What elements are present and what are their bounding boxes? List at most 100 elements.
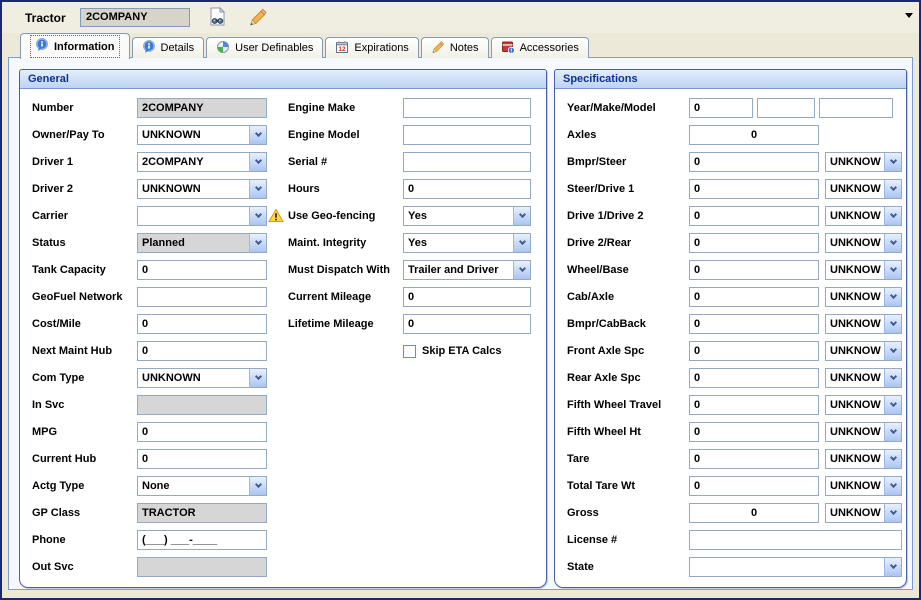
dropdown-arrow-icon[interactable] [513,234,530,252]
license-input[interactable] [689,530,902,550]
next-maint-hub-input[interactable]: 0 [137,341,267,361]
use-geo-fencing-select[interactable]: Yes [403,206,531,226]
field-row-status: StatusPlanned [32,233,272,253]
field-row-cost-mile: Cost/Mile0 [32,314,272,334]
edit-button[interactable] [246,7,270,31]
dropdown-arrow-icon[interactable] [249,369,266,387]
steer-drive-1-input[interactable]: 0 [689,179,819,199]
tare-unit-select[interactable]: UNKNOW [825,449,902,469]
tab-overflow-button[interactable] [901,8,917,22]
actg-type-select[interactable]: None [137,476,267,496]
rear-axle-spc-label: Rear Axle Spc [567,372,689,384]
dropdown-arrow-icon[interactable] [884,342,901,360]
dropdown-arrow-icon[interactable] [884,180,901,198]
phone-input[interactable]: (___) ___-____ [137,530,267,550]
dropdown-arrow-icon[interactable] [249,207,266,225]
dropdown-arrow-icon[interactable] [249,153,266,171]
dropdown-arrow-icon[interactable] [513,261,530,279]
engine-make-input[interactable] [403,98,531,118]
tab-notes[interactable]: Notes [421,37,489,58]
field-row-actg-type: Actg TypeNone [32,476,272,496]
must-dispatch-with-select[interactable]: Trailer and Driver [403,260,531,280]
fifth-wheel-travel-unit-select[interactable]: UNKNOW [825,395,902,415]
tare-input[interactable]: 0 [689,449,819,469]
dropdown-arrow-icon[interactable] [884,423,901,441]
drive-2-rear-unit-select[interactable]: UNKNOW [825,233,902,253]
mpg-input[interactable]: 0 [137,422,267,442]
fifth-wheel-travel-input[interactable]: 0 [689,395,819,415]
year-input[interactable]: 0 [689,98,753,118]
drive-2-rear-input[interactable]: 0 [689,233,819,253]
dropdown-arrow-icon[interactable] [249,126,266,144]
tab-details[interactable]: Details [132,37,205,58]
bmpr-cabback-input[interactable]: 0 [689,314,819,334]
bmpr-steer-unit-select[interactable]: UNKNOW [825,152,902,172]
fifth-wheel-ht-label: Fifth Wheel Ht [567,426,689,438]
dropdown-arrow-icon[interactable] [884,369,901,387]
current-hub-input[interactable]: 0 [137,449,267,469]
dropdown-arrow-icon[interactable] [884,261,901,279]
state-select[interactable] [689,557,902,577]
drive-1-drive-2-unit-select[interactable]: UNKNOW [825,206,902,226]
cost-mile-input[interactable]: 0 [137,314,267,334]
tab-accessories[interactable]: Accessories [491,37,589,58]
total-tare-wt-unit-select[interactable]: UNKNOW [825,476,902,496]
cab-axle-input[interactable]: 0 [689,287,819,307]
dropdown-arrow-icon[interactable] [884,153,901,171]
total-tare-wt-input[interactable]: 0 [689,476,819,496]
driver-1-select[interactable]: 2COMPANY [137,152,267,172]
drive-1-drive-2-input[interactable]: 0 [689,206,819,226]
field-row-cab-axle: Cab/Axle0UNKNOW [567,287,902,307]
tractor-number-input[interactable]: 2COMPANY [80,8,190,27]
next-maint-hub-label: Next Maint Hub [32,345,137,357]
carrier-select[interactable] [137,206,267,226]
driver-2-select[interactable]: UNKNOWN [137,179,267,199]
front-axle-spc-input[interactable]: 0 [689,341,819,361]
dropdown-arrow-icon[interactable] [884,477,901,495]
dropdown-arrow-icon[interactable] [884,558,901,576]
dropdown-arrow-icon[interactable] [884,234,901,252]
dropdown-arrow-icon[interactable] [884,396,901,414]
engine-model-input[interactable] [403,125,531,145]
steer-drive-1-unit-select[interactable]: UNKNOW [825,179,902,199]
tab-information[interactable]: Information [20,33,130,59]
dropdown-arrow-icon[interactable] [884,288,901,306]
lifetime-mileage-input[interactable]: 0 [403,314,531,334]
fifth-wheel-ht-input[interactable]: 0 [689,422,819,442]
serial-input[interactable] [403,152,531,172]
fifth-wheel-ht-unit-select[interactable]: UNKNOW [825,422,902,442]
dropdown-arrow-icon[interactable] [884,504,901,522]
maint-integrity-select[interactable]: Yes [403,233,531,253]
model-input[interactable] [819,98,893,118]
dropdown-arrow-icon[interactable] [513,207,530,225]
dropdown-arrow-icon[interactable] [249,180,266,198]
wheel-base-input[interactable]: 0 [689,260,819,280]
com-type-select[interactable]: UNKNOWN [137,368,267,388]
bmpr-steer-input[interactable]: 0 [689,152,819,172]
cab-axle-unit-select[interactable]: UNKNOW [825,287,902,307]
geofuel-network-input[interactable] [137,287,267,307]
tank-capacity-input[interactable]: 0 [137,260,267,280]
warning-icon [268,208,284,228]
rear-axle-spc-unit-select[interactable]: UNKNOW [825,368,902,388]
tab-user-definables[interactable]: User Definables [206,37,323,58]
rear-axle-spc-input[interactable]: 0 [689,368,819,388]
front-axle-spc-unit-select[interactable]: UNKNOW [825,341,902,361]
owner-pay-to-select[interactable]: UNKNOWN [137,125,267,145]
skip-eta-calcs-checkbox[interactable] [403,345,416,358]
dropdown-arrow-icon[interactable] [884,450,901,468]
dropdown-arrow-icon[interactable] [884,315,901,333]
tab-expirations[interactable]: 12 Expirations [325,37,418,58]
tab-focus-rect: Information [30,35,120,58]
axles-input[interactable]: 0 [689,125,819,145]
hours-input[interactable]: 0 [403,179,531,199]
current-mileage-input[interactable]: 0 [403,287,531,307]
gross-unit-select[interactable]: UNKNOW [825,503,902,523]
dropdown-arrow-icon[interactable] [249,477,266,495]
make-input[interactable] [757,98,815,118]
wheel-base-unit-select[interactable]: UNKNOW [825,260,902,280]
gross-input[interactable]: 0 [689,503,819,523]
dropdown-arrow-icon[interactable] [884,207,901,225]
find-record-button[interactable] [205,7,229,31]
bmpr-cabback-unit-select[interactable]: UNKNOW [825,314,902,334]
